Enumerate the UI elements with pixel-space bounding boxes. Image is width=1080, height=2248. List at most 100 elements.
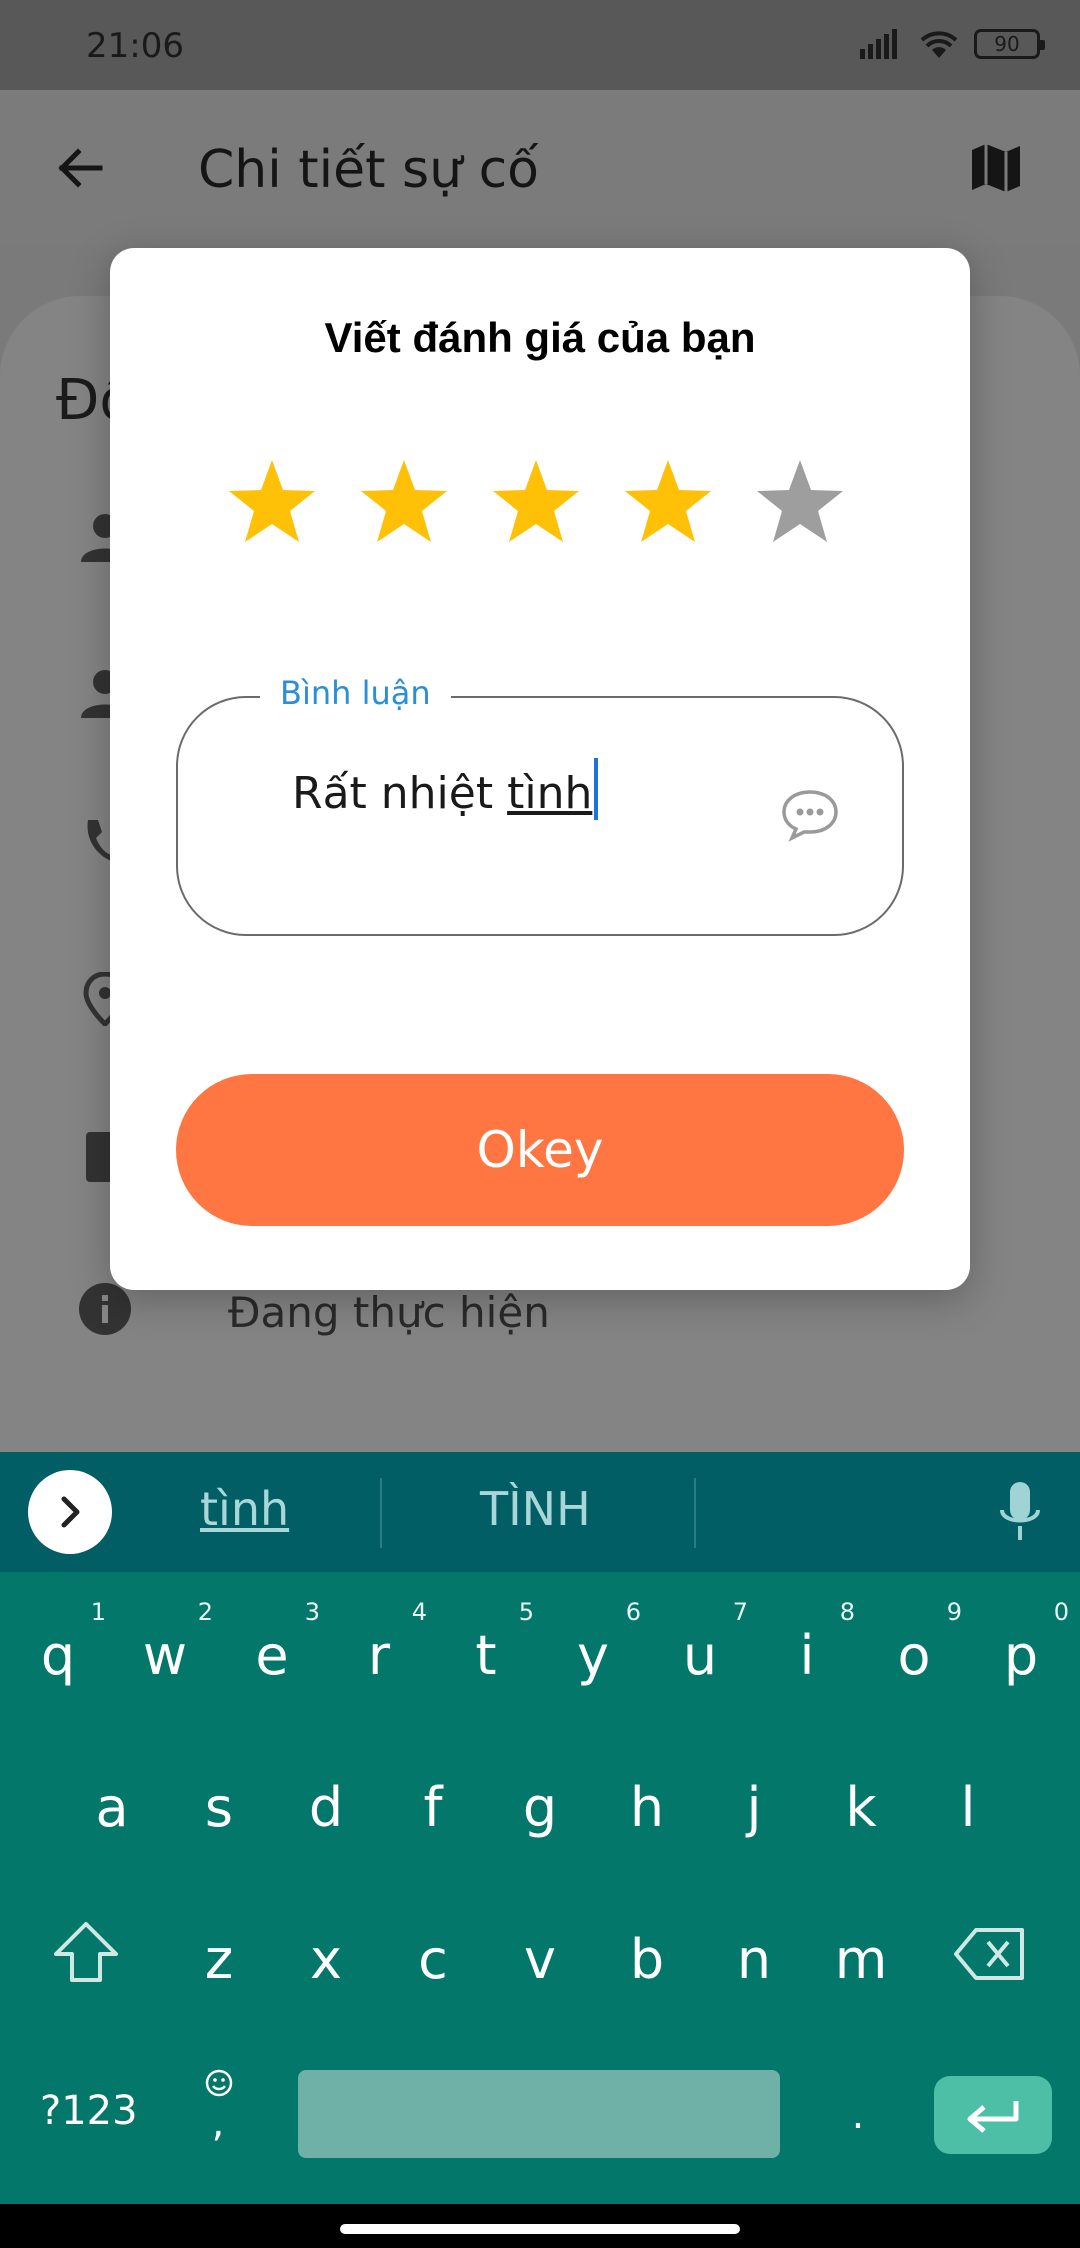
dialog-title: Viết đánh giá của bạn [324, 314, 756, 361]
symbols-key[interactable]: ?123 [40, 2088, 138, 2134]
battery-level: 90 [994, 32, 1020, 56]
key-j[interactable]: j [714, 1776, 794, 1839]
star-icon[interactable] [358, 456, 450, 548]
keyboard-expand-button[interactable] [28, 1470, 112, 1554]
battery-icon: 90 [974, 29, 1045, 59]
key-label: p [1003, 1624, 1039, 1687]
status-value: Đang thực hiện [228, 1288, 550, 1337]
map-icon[interactable] [966, 138, 1026, 198]
key-label: j [746, 1776, 762, 1839]
key-k[interactable]: k [821, 1776, 901, 1839]
key-label: m [834, 1928, 888, 1991]
comment-composing-word: tình [507, 768, 593, 819]
period-key[interactable]: . [818, 2092, 898, 2138]
text-cursor [594, 758, 599, 820]
key-p[interactable]: p0 [981, 1598, 1069, 1687]
shift-icon[interactable] [52, 1920, 120, 1984]
comment-text-prefix: Rất nhiệt [292, 768, 508, 819]
key-label: w [142, 1624, 188, 1687]
key-label: d [308, 1776, 344, 1839]
key-label: h [629, 1776, 665, 1839]
backspace-icon[interactable] [954, 1928, 1026, 1980]
key-g[interactable]: g [500, 1776, 580, 1839]
home-indicator[interactable] [340, 2224, 740, 2234]
key-label: t [475, 1624, 497, 1687]
key-label: c [418, 1928, 448, 1991]
key-x[interactable]: x [286, 1928, 366, 1991]
chat-bubble-icon [782, 790, 838, 842]
key-number-hint: 0 [1053, 1598, 1069, 1626]
key-f[interactable]: f [393, 1776, 473, 1839]
star-icon[interactable] [490, 456, 582, 548]
star-icon[interactable] [622, 456, 714, 548]
app-bar: Chi tiết sự cố [0, 90, 1080, 246]
key-y[interactable]: y6 [553, 1598, 641, 1687]
key-r[interactable]: r4 [339, 1598, 427, 1687]
keyboard: ?123 , . q1w2e3r4t5y6u7i8o9p0asdfghjklzx… [0, 1572, 1080, 2204]
key-number-hint: 3 [304, 1598, 320, 1626]
key-label: u [682, 1624, 718, 1687]
key-label: f [423, 1776, 443, 1839]
status-icons: 90 [860, 28, 1045, 60]
wifi-icon [920, 31, 958, 58]
key-label: b [629, 1928, 665, 1991]
microphone-icon[interactable] [996, 1480, 1044, 1544]
key-label: r [367, 1624, 391, 1687]
back-arrow-icon[interactable] [52, 140, 108, 196]
key-s[interactable]: s [179, 1776, 259, 1839]
key-a[interactable]: a [72, 1776, 152, 1839]
key-c[interactable]: c [393, 1928, 473, 1991]
key-label: k [845, 1776, 877, 1839]
star-icon[interactable] [226, 456, 318, 548]
enter-key[interactable] [934, 2076, 1052, 2154]
emoji-icon[interactable] [204, 2068, 234, 2098]
star-rating[interactable] [226, 456, 846, 548]
key-m[interactable]: m [821, 1928, 901, 1991]
comment-input[interactable]: Rất nhiệt tình [292, 758, 599, 820]
key-z[interactable]: z [179, 1928, 259, 1991]
star-icon[interactable] [754, 456, 846, 548]
key-i[interactable]: i8 [767, 1598, 855, 1687]
key-label: e [255, 1624, 289, 1687]
comma-key[interactable]: , [178, 2100, 258, 2146]
status-bar: 21:06 90 [0, 0, 1080, 90]
key-number-hint: 6 [625, 1598, 641, 1626]
key-number-hint: 1 [90, 1598, 106, 1626]
key-d[interactable]: d [286, 1776, 366, 1839]
key-o[interactable]: o9 [874, 1598, 962, 1687]
key-w[interactable]: w2 [125, 1598, 213, 1687]
key-v[interactable]: v [500, 1928, 580, 1991]
keyboard-suggestion-bar: tình TÌNH [0, 1452, 1080, 1572]
suggestion-2[interactable]: TÌNH [480, 1482, 591, 1536]
key-q[interactable]: q1 [18, 1598, 106, 1687]
key-label: z [204, 1928, 234, 1991]
chevron-right-icon [61, 1496, 80, 1528]
comment-label: Bình luận [260, 674, 451, 712]
signal-icon [860, 29, 897, 59]
key-l[interactable]: l [928, 1776, 1008, 1839]
suggestion-divider [694, 1478, 696, 1548]
okey-button[interactable]: Okey [176, 1074, 904, 1226]
key-h[interactable]: h [607, 1776, 687, 1839]
key-label: v [524, 1928, 556, 1991]
comment-field[interactable]: Bình luận Rất nhiệt tình [176, 674, 904, 936]
suggestion-1[interactable]: tình [200, 1482, 289, 1536]
key-label: a [95, 1776, 129, 1839]
key-b[interactable]: b [607, 1928, 687, 1991]
key-number-hint: 4 [411, 1598, 427, 1626]
key-number-hint: 5 [518, 1598, 534, 1626]
page-title: Chi tiết sự cố [198, 140, 539, 200]
key-t[interactable]: t5 [446, 1598, 534, 1687]
key-label: x [310, 1928, 342, 1991]
enter-icon [967, 2101, 1019, 2133]
key-u[interactable]: u7 [660, 1598, 748, 1687]
key-number-hint: 2 [197, 1598, 213, 1626]
key-e[interactable]: e3 [232, 1598, 320, 1687]
key-label: y [577, 1624, 609, 1687]
space-key[interactable] [298, 2070, 780, 2158]
status-time: 21:06 [86, 26, 184, 66]
key-n[interactable]: n [714, 1928, 794, 1991]
key-label: i [799, 1624, 815, 1687]
key-label: l [960, 1776, 976, 1839]
key-label: o [897, 1624, 931, 1687]
